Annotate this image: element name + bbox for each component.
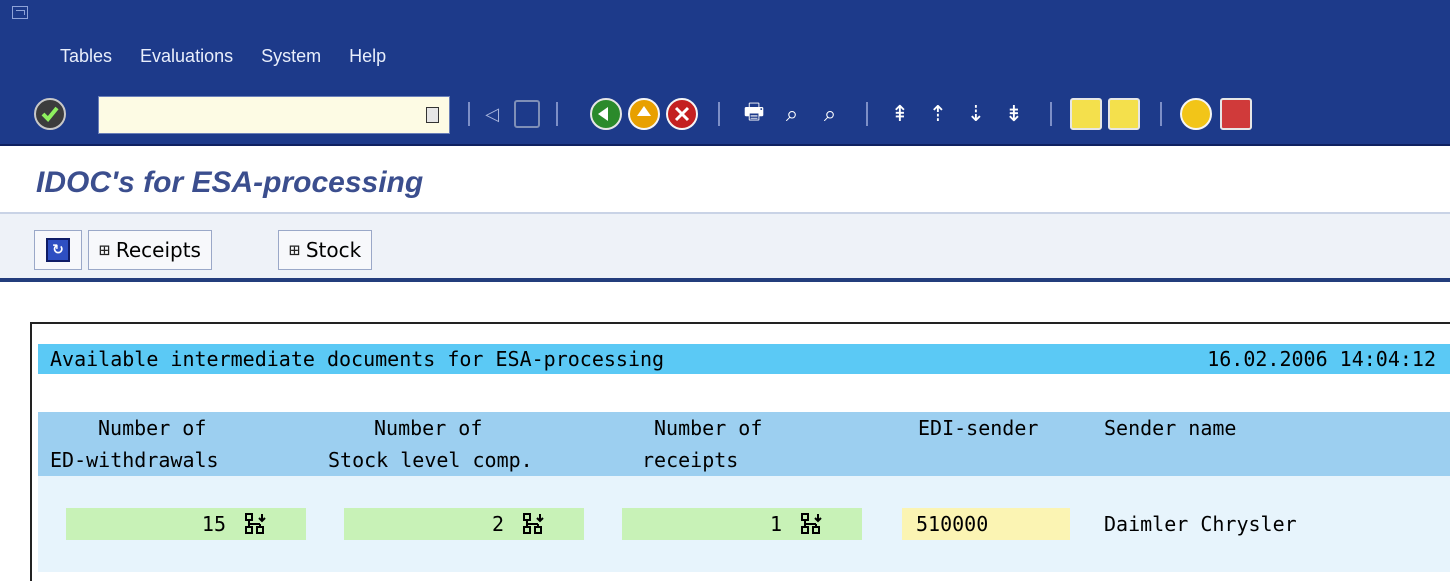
drilldown-icon[interactable]	[522, 512, 546, 536]
application-toolbar: ↻ ⊞ Receipts ⊞ Stock	[0, 214, 1450, 282]
col-header-withdrawals: Number of	[98, 416, 207, 440]
receipts-button[interactable]: ⊞ Receipts	[88, 230, 212, 270]
hierarchy-icon: ⊞	[289, 239, 300, 261]
previous-page-icon[interactable]: ⇡	[922, 98, 954, 130]
page-title: IDOC's for ESA-processing	[36, 166, 424, 199]
receipts-value: 1	[769, 512, 782, 536]
cancel-icon[interactable]	[666, 98, 698, 130]
back-icon[interactable]	[590, 98, 622, 130]
drilldown-icon[interactable]	[244, 512, 268, 536]
menu-help[interactable]: Help	[349, 46, 386, 67]
empty-row	[38, 540, 1450, 572]
next-page-icon[interactable]: ⇣	[960, 98, 992, 130]
empty-row	[38, 476, 1450, 508]
list-header-datetime: 16.02.2006 14:04:12	[1207, 347, 1436, 371]
layout-menu-icon[interactable]	[1220, 98, 1252, 130]
menu-system[interactable]: System	[261, 46, 321, 67]
help-icon[interactable]	[1180, 98, 1212, 130]
list-header-text: Available intermediate documents for ESA…	[50, 347, 665, 371]
withdrawals-value: 15	[201, 512, 226, 536]
find-next-icon[interactable]: ⌕	[814, 98, 846, 130]
stock-level-value: 2	[491, 512, 504, 536]
find-icon[interactable]: ⌕	[776, 98, 808, 130]
menu-tables[interactable]: Tables	[60, 46, 112, 67]
col-header-withdrawals-2: ED-withdrawals	[50, 448, 219, 472]
refresh-icon: ↻	[46, 238, 70, 262]
last-page-icon[interactable]: ⇟	[998, 98, 1030, 130]
edi-sender-cell[interactable]: 510000	[902, 508, 1070, 540]
create-session-icon[interactable]	[1070, 98, 1102, 130]
back-arrow-icon[interactable]: ◁	[476, 98, 508, 130]
toolbar-separator	[468, 102, 470, 126]
stock-button[interactable]: ⊞ Stock	[278, 230, 373, 270]
menu-evaluations[interactable]: Evaluations	[140, 46, 233, 67]
enter-icon[interactable]	[34, 98, 66, 130]
menu-bar: Tables Evaluations System Help	[0, 0, 1450, 82]
list-output: Available intermediate documents for ESA…	[30, 322, 1450, 581]
list-header: Available intermediate documents for ESA…	[38, 344, 1450, 374]
col-header-edi-sender: EDI-sender	[918, 416, 1039, 440]
col-header-stock-level-2: Stock level comp.	[328, 448, 533, 472]
refresh-button[interactable]: ↻	[34, 230, 82, 270]
command-field[interactable]	[98, 96, 450, 134]
receipts-cell: 1	[622, 508, 862, 540]
exit-icon[interactable]	[628, 98, 660, 130]
toolbar-separator	[1050, 102, 1052, 126]
toolbar-separator	[556, 102, 558, 126]
col-header-stock-level: Number of	[374, 416, 483, 440]
stock-button-label: Stock	[305, 238, 362, 262]
toolbar-separator	[718, 102, 720, 126]
col-header-receipts: Number of	[654, 416, 763, 440]
command-dropdown-icon[interactable]	[426, 107, 439, 123]
print-icon[interactable]: 🖶	[738, 98, 770, 130]
hierarchy-icon: ⊞	[99, 239, 110, 261]
receipts-button-label: Receipts	[115, 238, 201, 262]
system-menu-icon[interactable]	[12, 6, 28, 19]
column-header-row-1: Number of Number of Number of EDI-sender…	[38, 412, 1450, 444]
stock-level-cell: 2	[344, 508, 584, 540]
column-header-row-2: ED-withdrawals Stock level comp. receipt…	[38, 444, 1450, 476]
title-area: IDOC's for ESA-processing	[0, 146, 1450, 214]
edi-sender-value: 510000	[916, 512, 989, 536]
standard-toolbar: ◁ 🖶 ⌕ ⌕ ⇞ ⇡ ⇣ ⇟	[0, 82, 1450, 146]
col-header-sender-name: Sender name	[1104, 416, 1237, 440]
drilldown-icon[interactable]	[800, 512, 824, 536]
first-page-icon[interactable]: ⇞	[884, 98, 916, 130]
table-row[interactable]: 15 2 1 510000 Daimler Chrysler	[38, 508, 1450, 540]
create-shortcut-icon[interactable]	[1108, 98, 1140, 130]
sender-name-value: Daimler Chrysler	[1104, 512, 1297, 536]
menu-list: Tables Evaluations System Help	[60, 46, 386, 67]
col-header-receipts-2: receipts	[642, 448, 739, 472]
save-icon[interactable]	[514, 100, 540, 128]
withdrawals-cell: 15	[66, 508, 306, 540]
toolbar-separator	[1160, 102, 1162, 126]
toolbar-separator	[866, 102, 868, 126]
